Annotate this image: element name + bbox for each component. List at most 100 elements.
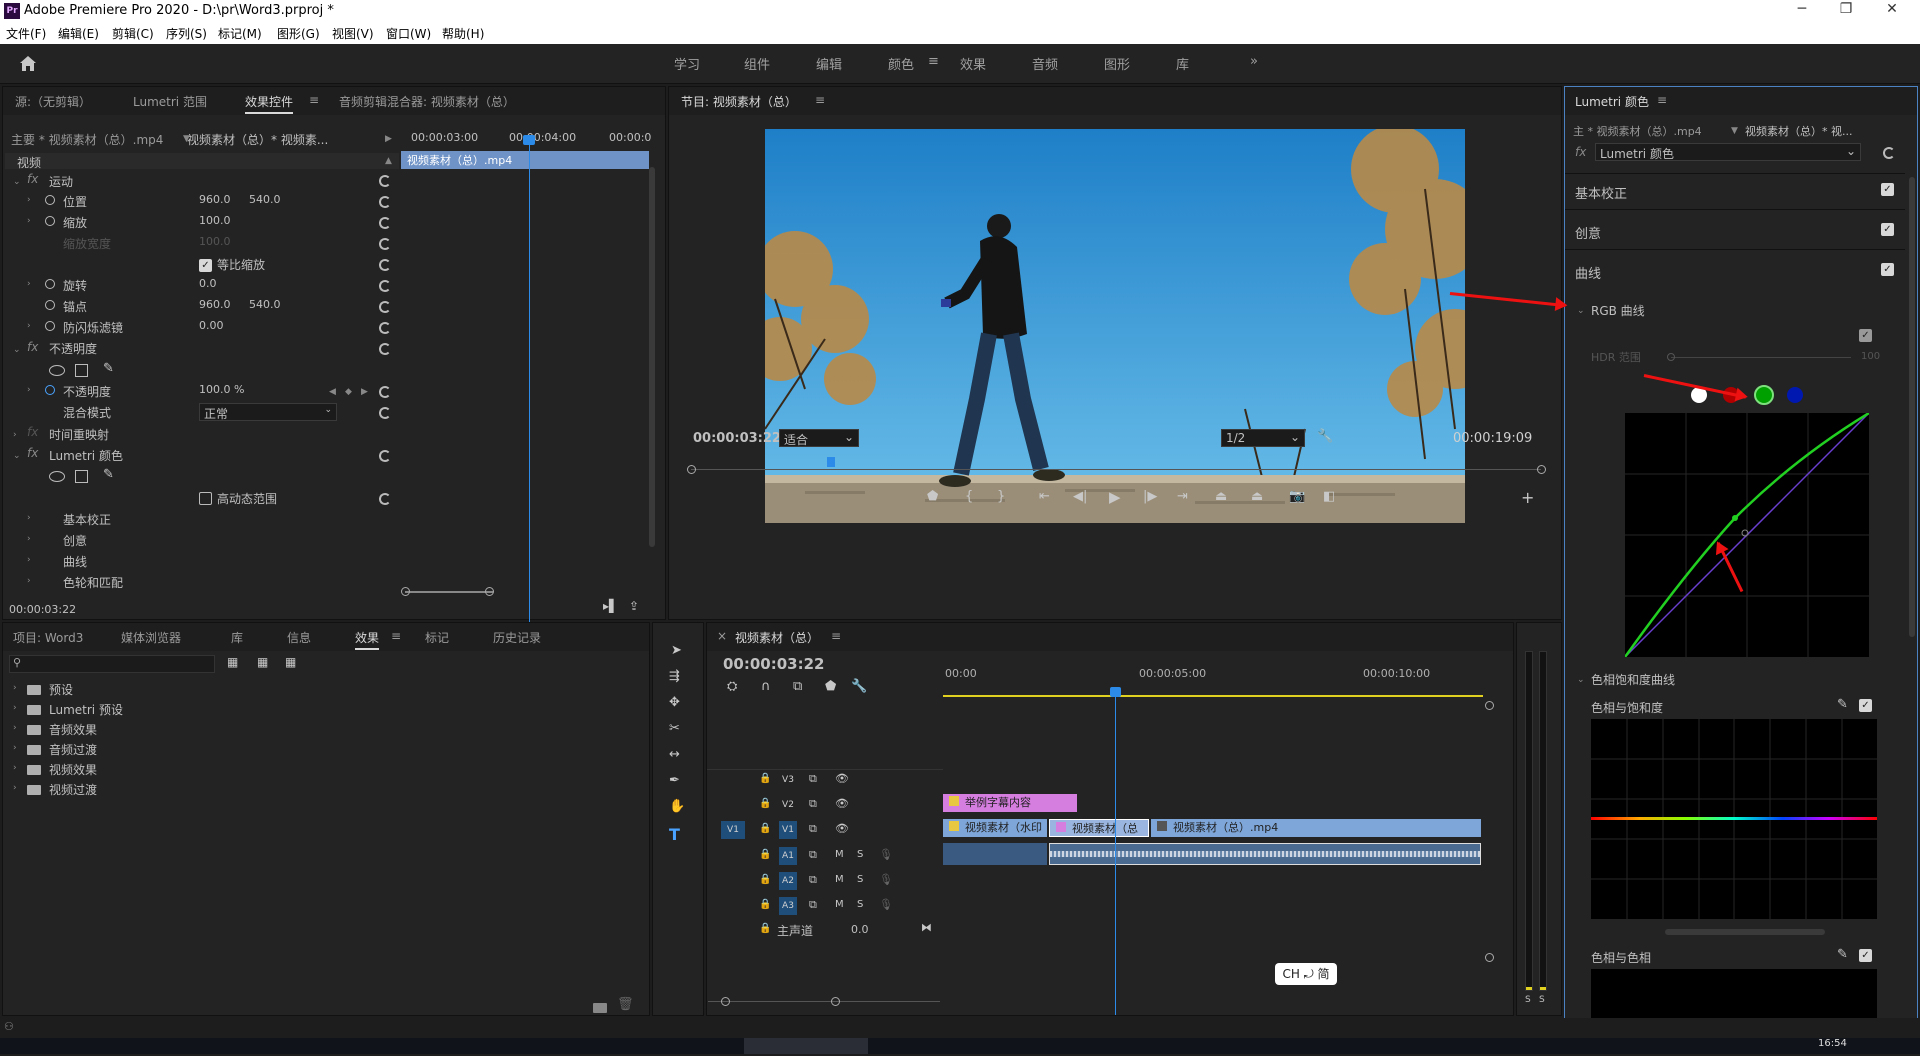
- section-curves[interactable]: 曲线: [1575, 263, 1601, 282]
- tab-effect-controls[interactable]: 效果控件: [245, 93, 294, 114]
- curves-enable-checkbox[interactable]: ✓: [1881, 263, 1894, 276]
- ime-indicator[interactable]: CH ⤾ 简: [1275, 963, 1337, 985]
- slip-tool-icon[interactable]: ↔: [669, 747, 680, 762]
- reset-blend-icon[interactable]: [379, 407, 391, 419]
- solo-button-icon[interactable]: S: [857, 874, 863, 885]
- clip-v1-full[interactable]: 视频素材（总）.mp4: [1151, 819, 1481, 837]
- go-to-out-icon[interactable]: ⇥: [1177, 489, 1188, 504]
- lumetri-menu-icon[interactable]: ≡: [1657, 93, 1667, 107]
- home-icon[interactable]: [18, 54, 38, 72]
- rectangle-mask-icon[interactable]: [75, 470, 88, 483]
- extract-icon[interactable]: ⏏: [1251, 489, 1263, 504]
- program-title[interactable]: 节目: 视频素材（总）: [681, 93, 797, 112]
- work-area-bar[interactable]: [943, 695, 1483, 697]
- resolution-select[interactable]: 1/2 ⌄: [1221, 429, 1305, 447]
- hue-vs-hue-graph[interactable]: [1591, 969, 1877, 1019]
- tab-effects[interactable]: 效果: [355, 629, 380, 650]
- lumetri-seq-label[interactable]: 视频素材（总）* 视...: [1745, 123, 1853, 141]
- track-label-v3[interactable]: V3: [779, 771, 797, 789]
- rgb-curve-graph[interactable]: [1625, 413, 1869, 657]
- fx-icon[interactable]: fx: [27, 446, 38, 464]
- expand-curves-icon[interactable]: ›: [27, 555, 31, 565]
- track-label-v1[interactable]: V1: [779, 821, 797, 839]
- lock-icon[interactable]: 🔒: [759, 773, 771, 784]
- menu-view[interactable]: 视图(V): [332, 25, 374, 42]
- basic-correction-label[interactable]: 基本校正: [63, 511, 111, 529]
- ws-color-menu-icon[interactable]: ≡: [928, 54, 939, 69]
- add-button-icon[interactable]: +: [1521, 488, 1534, 507]
- mark-in-icon[interactable]: {: [965, 489, 973, 504]
- snap-icon[interactable]: ∩: [761, 679, 771, 694]
- menu-marker[interactable]: 标记(M): [218, 25, 262, 42]
- channel-green-icon[interactable]: [1754, 385, 1774, 405]
- mic-icon[interactable]: 🎙: [879, 898, 893, 911]
- creative-label[interactable]: 创意: [63, 532, 87, 550]
- reset-opacity-section-icon[interactable]: [379, 343, 391, 355]
- master-volume-value[interactable]: 0.0: [851, 923, 869, 941]
- lock-icon[interactable]: 🔒: [759, 849, 771, 860]
- timeline-zoom-right[interactable]: [831, 997, 840, 1006]
- channel-blue-icon[interactable]: [1787, 387, 1803, 403]
- timeline-zoom-left[interactable]: [721, 997, 730, 1006]
- zoom-handle-left[interactable]: [401, 587, 410, 596]
- expand-scale-icon[interactable]: ›: [27, 216, 31, 226]
- taskbar-active-app[interactable]: [744, 1038, 868, 1054]
- hdr-checkbox[interactable]: [199, 492, 212, 505]
- fit-select[interactable]: 适合 ⌄: [779, 429, 859, 447]
- expand-icon[interactable]: ›: [13, 743, 17, 753]
- rgb-curves-label[interactable]: RGB 曲线: [1591, 302, 1645, 320]
- yuv-effects-icon[interactable]: ▦: [285, 655, 296, 669]
- rgb-curves-checkbox[interactable]: ✓: [1859, 329, 1872, 342]
- timeline-zoom-bar[interactable]: [708, 1001, 940, 1002]
- reset-uniform-icon[interactable]: [379, 259, 391, 271]
- stopwatch-icon[interactable]: [45, 300, 55, 310]
- chevron-down-icon[interactable]: ▼: [183, 134, 190, 144]
- sync-lock-icon[interactable]: ⧉: [809, 898, 817, 912]
- add-marker-icon[interactable]: ⬟: [927, 489, 938, 504]
- new-bin-icon[interactable]: [593, 1003, 607, 1013]
- hand-tool-icon[interactable]: ✋: [669, 799, 685, 814]
- program-scrubber[interactable]: [691, 469, 1541, 470]
- track-label-v2[interactable]: V2: [779, 796, 797, 814]
- razor-tool-icon[interactable]: ✂: [669, 721, 680, 736]
- menu-edit[interactable]: 编辑(E): [58, 25, 99, 42]
- tab-markers[interactable]: 标记: [425, 629, 449, 646]
- selection-tool-icon[interactable]: ➤: [671, 643, 682, 658]
- eyedropper-icon[interactable]: ✎: [1837, 947, 1848, 962]
- tab-lumetri-scopes[interactable]: Lumetri 范围: [133, 93, 207, 110]
- program-playhead[interactable]: [827, 457, 835, 467]
- step-back-icon[interactable]: ◀|: [1073, 489, 1087, 504]
- menu-help[interactable]: 帮助(H): [442, 25, 484, 42]
- flicker-value[interactable]: 0.00: [199, 319, 224, 337]
- section-basic[interactable]: 基本校正: [1575, 183, 1627, 202]
- solo-button-icon[interactable]: S: [857, 899, 863, 910]
- expand-rotation-icon[interactable]: ›: [27, 279, 31, 289]
- stopwatch-icon[interactable]: [45, 195, 55, 205]
- menu-file[interactable]: 文件(F): [6, 25, 46, 42]
- sync-lock-icon[interactable]: ⧉: [809, 822, 817, 836]
- wrench-icon[interactable]: 🔧: [1317, 429, 1333, 444]
- pen-tool-icon[interactable]: ✒: [669, 773, 680, 788]
- hue-sat-curves-label[interactable]: 色相饱和度曲线: [1591, 671, 1675, 689]
- vertical-scroll-handle[interactable]: [1485, 953, 1494, 962]
- menu-window[interactable]: 窗口(W): [386, 25, 431, 42]
- expand-icon[interactable]: ›: [13, 703, 17, 713]
- type-tool-icon[interactable]: T: [669, 825, 680, 844]
- ellipse-mask-icon[interactable]: [49, 365, 65, 376]
- expand-creative-icon[interactable]: ›: [27, 534, 31, 544]
- effects-item-presets[interactable]: 预设: [49, 681, 73, 699]
- expand-opacity-icon[interactable]: ›: [27, 385, 31, 395]
- mic-icon[interactable]: 🎙: [879, 848, 893, 861]
- reset-hdr-icon[interactable]: [379, 493, 391, 505]
- ws-learn[interactable]: 学习: [674, 54, 700, 73]
- maximize-icon[interactable]: ❐: [1826, 1, 1866, 21]
- step-forward-icon[interactable]: |▶: [1143, 489, 1157, 504]
- ws-effects[interactable]: 效果: [960, 54, 986, 73]
- ec-zoom-bar[interactable]: [405, 591, 493, 593]
- hue-range-scrollbar[interactable]: [1665, 929, 1825, 935]
- delete-icon[interactable]: 🗑: [617, 997, 634, 1012]
- clip-v1-main[interactable]: 视频素材（总: [1049, 819, 1149, 837]
- sync-lock-icon[interactable]: ⧉: [809, 848, 817, 862]
- reset-lumetri-icon[interactable]: [379, 450, 391, 462]
- expand-icon[interactable]: ›: [13, 783, 17, 793]
